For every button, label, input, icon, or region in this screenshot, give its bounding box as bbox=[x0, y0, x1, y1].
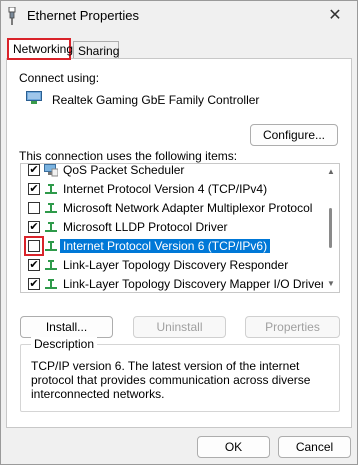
item-label: Microsoft LLDP Protocol Driver bbox=[63, 220, 228, 234]
properties-button[interactable]: Properties bbox=[245, 316, 340, 338]
lltd-responder-checkbox[interactable]: ✔ bbox=[28, 259, 40, 271]
list-item-lltd-mapper[interactable]: ✔ Link-Layer Topology Discovery Mapper I… bbox=[21, 275, 325, 292]
lltd-mapper-checkbox[interactable]: ✔ bbox=[28, 278, 40, 290]
network-cable-icon bbox=[8, 7, 16, 25]
scroll-up-icon[interactable]: ▲ bbox=[327, 168, 335, 176]
tab-networking[interactable]: Networking bbox=[7, 38, 73, 60]
ipv4-checkbox[interactable]: ✔ bbox=[28, 183, 40, 195]
protocol-icon bbox=[45, 184, 57, 194]
qos-scheduler-icon bbox=[44, 164, 58, 177]
item-label: Internet Protocol Version 6 (TCP/IPv6) bbox=[60, 239, 271, 253]
scroll-down-icon[interactable]: ▼ bbox=[327, 280, 335, 288]
install-button[interactable]: Install... bbox=[20, 316, 113, 338]
protocol-icon bbox=[45, 279, 57, 289]
adapter-name: Realtek Gaming GbE Family Controller bbox=[52, 93, 260, 107]
list-item-qos[interactable]: ✔ QoS Packet Scheduler bbox=[21, 163, 323, 180]
cancel-button[interactable]: Cancel bbox=[278, 436, 351, 458]
connect-using-label: Connect using: bbox=[19, 71, 100, 85]
protocol-icon bbox=[45, 203, 57, 213]
properties-window: Ethernet Properties ✕ Networking Sharing… bbox=[0, 0, 358, 465]
uninstall-button[interactable]: Uninstall bbox=[133, 316, 226, 338]
ipv6-checkbox[interactable] bbox=[24, 236, 44, 256]
item-label: QoS Packet Scheduler bbox=[63, 163, 185, 177]
components-list[interactable]: ✔ QoS Packet Scheduler ✔ Internet Protoc… bbox=[20, 163, 340, 293]
scrollbar-thumb[interactable] bbox=[329, 208, 332, 248]
description-title: Description bbox=[31, 337, 98, 351]
window-title: Ethernet Properties bbox=[27, 8, 140, 23]
list-item-lltd-responder[interactable]: ✔ Link-Layer Topology Discovery Responde… bbox=[21, 256, 323, 275]
multiplexor-checkbox[interactable] bbox=[28, 202, 40, 214]
list-item-ipv4[interactable]: ✔ Internet Protocol Version 4 (TCP/IPv4) bbox=[21, 180, 323, 199]
ok-button[interactable]: OK bbox=[197, 436, 270, 458]
description-group: Description TCP/IP version 6. The latest… bbox=[20, 337, 340, 412]
protocol-icon bbox=[45, 260, 57, 270]
list-scrollbar[interactable]: ▲ ▼ bbox=[323, 164, 339, 292]
list-item-ipv6[interactable]: Internet Protocol Version 6 (TCP/IPv6) bbox=[21, 236, 323, 256]
protocol-icon bbox=[45, 241, 57, 251]
item-label: Link-Layer Topology Discovery Responder bbox=[63, 258, 289, 272]
item-label: Internet Protocol Version 4 (TCP/IPv4) bbox=[63, 182, 268, 196]
item-label: Link-Layer Topology Discovery Mapper I/O… bbox=[63, 277, 325, 291]
close-icon[interactable]: ✕ bbox=[323, 5, 347, 27]
items-label: This connection uses the following items… bbox=[19, 149, 238, 163]
configure-button[interactable]: Configure... bbox=[250, 124, 338, 146]
description-text: TCP/IP version 6. The latest version of … bbox=[31, 359, 311, 401]
networking-panel: Connect using: Realtek Gaming GbE Family… bbox=[6, 58, 352, 428]
list-item-lldp[interactable]: ✔ Microsoft LLDP Protocol Driver bbox=[21, 218, 323, 237]
qos-checkbox[interactable]: ✔ bbox=[28, 164, 40, 176]
lldp-checkbox[interactable]: ✔ bbox=[28, 221, 40, 233]
network-adapter-icon bbox=[26, 91, 42, 104]
adapter-display: Realtek Gaming GbE Family Controller bbox=[20, 85, 336, 115]
title-bar: Ethernet Properties ✕ bbox=[1, 1, 357, 31]
protocol-icon bbox=[45, 222, 57, 232]
item-label: Microsoft Network Adapter Multiplexor Pr… bbox=[63, 201, 313, 215]
list-item-multiplexor[interactable]: Microsoft Network Adapter Multiplexor Pr… bbox=[21, 199, 323, 218]
